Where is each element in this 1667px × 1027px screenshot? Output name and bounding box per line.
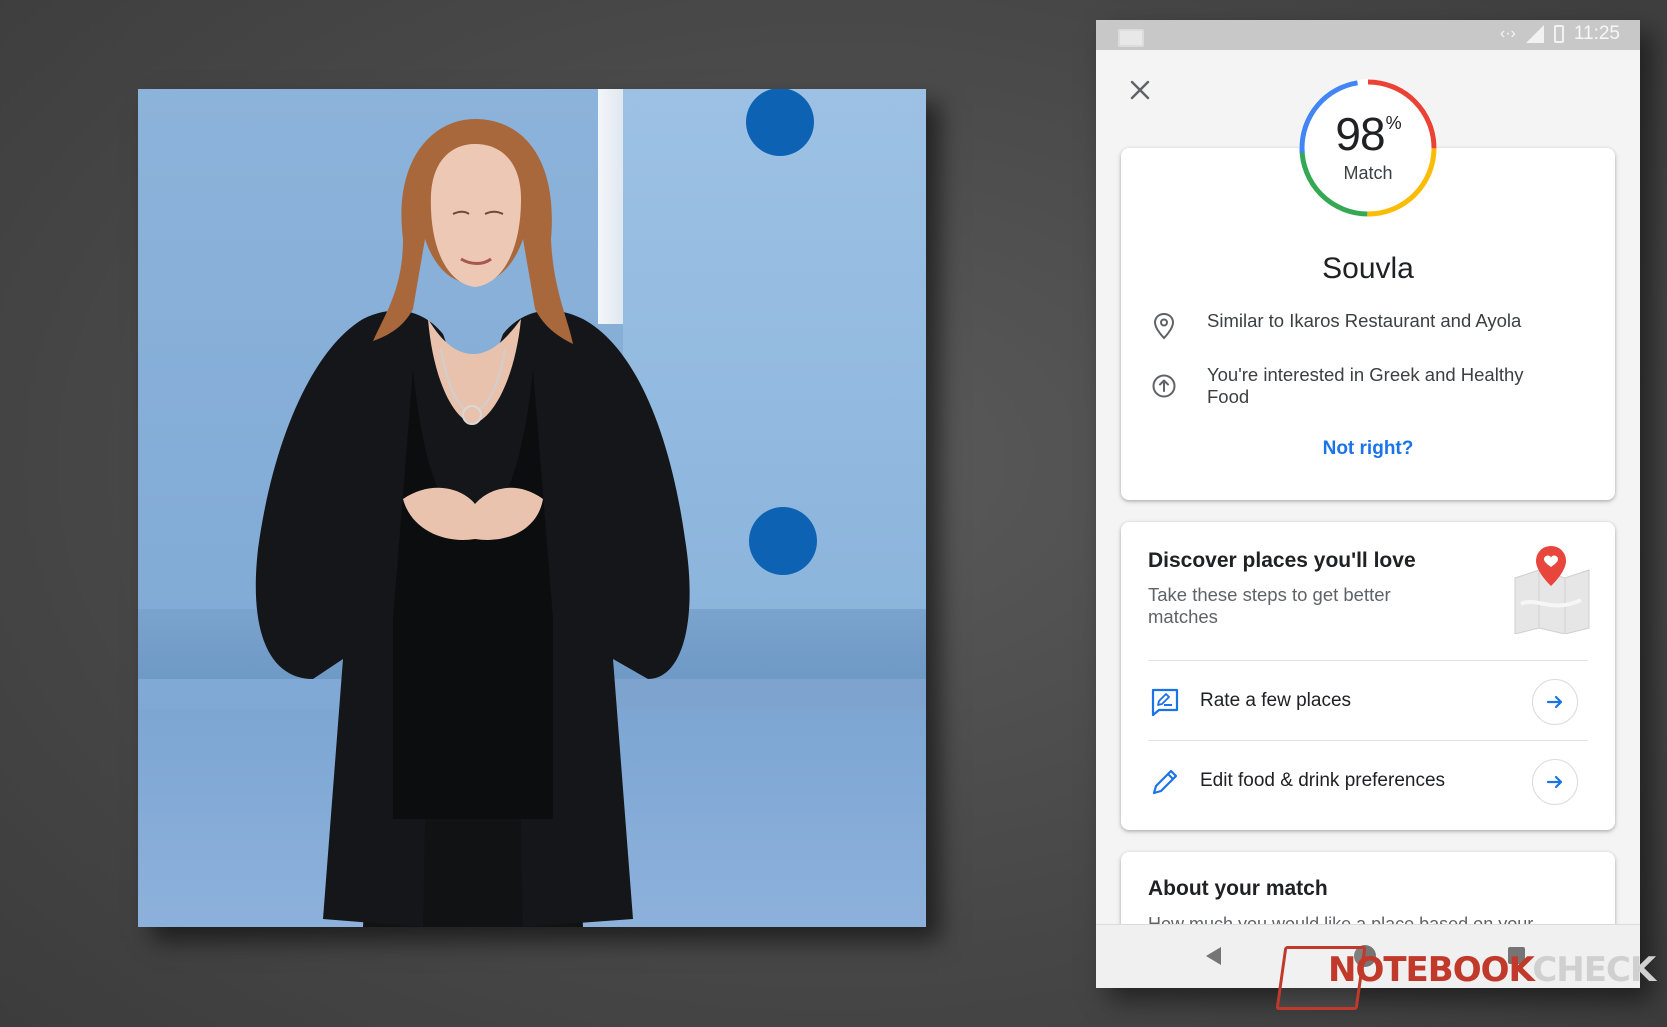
map-illustration-icon <box>1514 546 1590 634</box>
close-button[interactable] <box>1120 70 1160 110</box>
arrow-right-icon <box>1546 775 1563 789</box>
rate-places-label: Rate a few places <box>1200 690 1352 711</box>
watermark-part2: CHECK <box>1532 950 1656 990</box>
status-time: 11:25 <box>1573 23 1620 44</box>
phone-screen: ‹·› 11:25 98% Match Souvla Similar to Ik… <box>1096 20 1640 988</box>
watermark-text: NOTEBOOKCHECK <box>1328 950 1656 990</box>
discover-title: Discover places you'll love <box>1148 549 1416 572</box>
location-pin-icon <box>1153 312 1175 340</box>
notification-icon <box>1118 29 1144 47</box>
data-sync-icon: ‹·› <box>1499 25 1516 42</box>
divider <box>1148 740 1588 741</box>
decor-dot <box>746 89 814 156</box>
edit-preferences-arrow-button[interactable] <box>1532 759 1578 805</box>
decor-dot <box>749 507 817 575</box>
about-title: About your match <box>1148 877 1328 900</box>
watermark-part1: NOTEBOOK <box>1328 950 1533 990</box>
edit-preferences-row[interactable]: Edit food & drink preferences <box>1121 742 1615 822</box>
discover-subtitle: Take these steps to get better matches <box>1148 584 1391 627</box>
edit-preferences-label: Edit food & drink preferences <box>1200 770 1446 791</box>
reason-text: You're interested in Greek and Healthy F… <box>1207 364 1524 407</box>
status-bar: ‹·› 11:25 <box>1096 20 1640 50</box>
reason-item: Similar to Ikaros Restaurant and Ayola <box>1151 310 1567 340</box>
reason-text: Similar to Ikaros Restaurant and Ayola <box>1207 310 1522 331</box>
match-percent: 98% <box>1335 108 1401 160</box>
back-icon[interactable] <box>1206 947 1221 965</box>
discover-card: Discover places you'll love Take these s… <box>1121 522 1615 830</box>
match-label: Match <box>1343 163 1393 183</box>
arrow-right-icon <box>1546 695 1563 709</box>
signal-icon <box>1525 25 1544 43</box>
rate-places-arrow-button[interactable] <box>1532 679 1578 725</box>
rate-places-row[interactable]: Rate a few places <box>1121 662 1615 742</box>
notebookcheck-watermark: NOTEBOOKCHECK <box>1275 940 1660 1010</box>
place-name: Souvla <box>1322 252 1414 285</box>
presenter-figure <box>253 119 693 927</box>
divider <box>1148 660 1588 661</box>
battery-icon <box>1553 25 1564 43</box>
arrow-up-circle-icon <box>1152 374 1176 398</box>
rate-review-icon <box>1151 688 1179 717</box>
close-icon <box>1130 80 1150 100</box>
presenter-video <box>138 89 926 927</box>
reason-item: You're interested in Greek and Healthy F… <box>1151 364 1567 408</box>
match-score: 98% Match <box>1295 75 1441 221</box>
not-right-link[interactable]: Not right? <box>1121 438 1615 460</box>
pencil-icon <box>1152 769 1178 795</box>
